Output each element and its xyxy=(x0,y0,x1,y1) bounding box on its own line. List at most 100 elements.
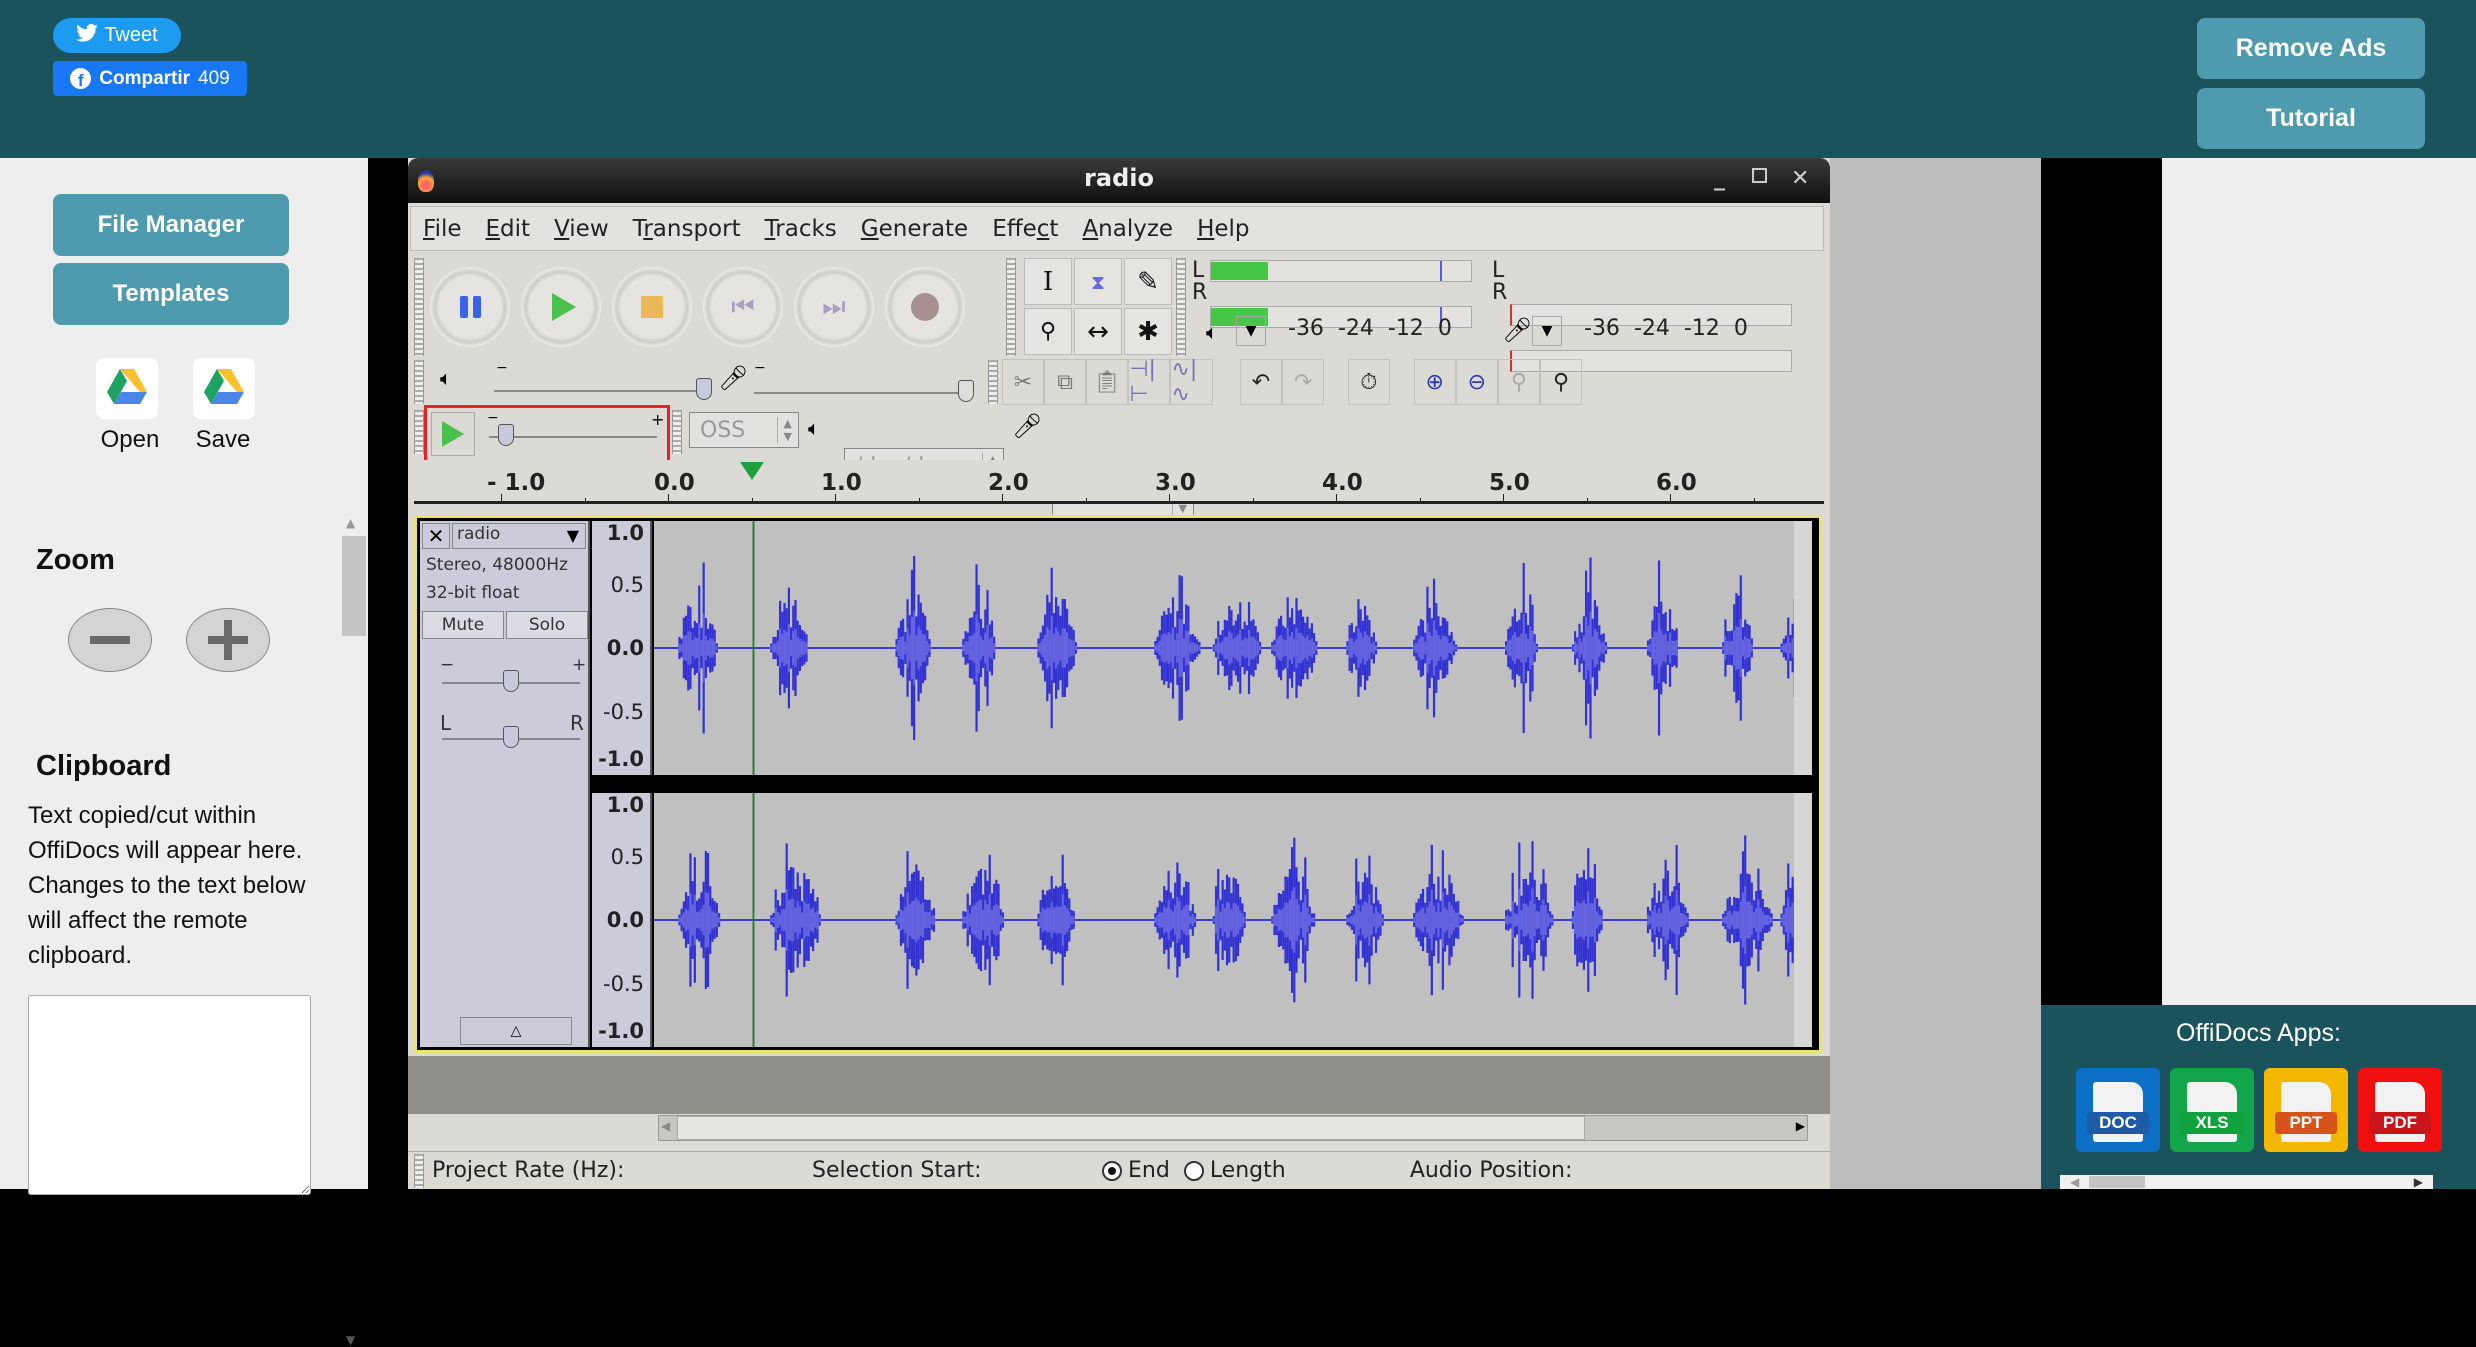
scroll-down-icon[interactable]: ▼ xyxy=(346,1333,355,1347)
skip-to-start-button[interactable]: ⏮ xyxy=(703,267,783,347)
menu-view[interactable]: View xyxy=(554,216,609,242)
playback-position-marker[interactable] xyxy=(739,462,764,480)
waveform-channel-1[interactable] xyxy=(654,521,1812,775)
end-radio[interactable] xyxy=(1102,1160,1122,1181)
slider-thumb[interactable] xyxy=(503,726,519,748)
slider-thumb[interactable] xyxy=(958,380,974,402)
draw-tool[interactable]: ✎ xyxy=(1124,258,1172,305)
horizontal-scroll-thumb[interactable] xyxy=(677,1116,1585,1140)
silence-button[interactable]: ∿|∿ xyxy=(1170,357,1213,407)
fit-project-button[interactable]: ⚲ xyxy=(1539,359,1583,405)
record-meter-dropdown[interactable]: ▼ xyxy=(1532,316,1562,346)
gain-slider[interactable] xyxy=(442,670,580,692)
close-icon[interactable]: ✕ xyxy=(1791,166,1809,191)
audio-host-select[interactable]: OSS ▲ ▼ xyxy=(689,412,799,448)
app-xls-button[interactable]: XLS xyxy=(2170,1068,2254,1152)
sidebar-scrollbar[interactable]: ▲ ▼ xyxy=(340,516,366,1347)
slider-thumb[interactable] xyxy=(503,670,519,692)
zoom-tool[interactable]: ⚲ xyxy=(1024,308,1072,355)
close-track-button[interactable]: ✕ xyxy=(422,523,450,549)
track-name-menu[interactable]: radio ▼ xyxy=(452,523,586,549)
scroll-right-icon[interactable]: ▶ xyxy=(2414,1175,2423,1189)
cut-button[interactable]: ✂ xyxy=(1002,359,1045,405)
playback-volume-slider[interactable] xyxy=(494,378,712,400)
scroll-left-icon[interactable]: ◀ xyxy=(2070,1175,2079,1189)
horizontal-scrollbar[interactable]: ◀ ▶ xyxy=(658,1115,1808,1141)
playback-meter-dropdown[interactable]: ▼ xyxy=(1236,316,1266,346)
menu-generate[interactable]: Generate xyxy=(861,216,968,242)
toolbar-grip[interactable] xyxy=(672,410,682,454)
toolbar-grip[interactable] xyxy=(1006,258,1016,356)
copy-button[interactable]: ⧉ xyxy=(1044,359,1087,405)
menu-analyze[interactable]: Analyze xyxy=(1082,216,1173,242)
file-manager-button[interactable]: File Manager xyxy=(53,194,289,256)
undo-button[interactable]: ↶ xyxy=(1239,359,1282,405)
selection-tool[interactable]: I xyxy=(1024,258,1072,305)
trim-button[interactable]: ⊣|⊢ xyxy=(1128,357,1171,407)
menu-edit[interactable]: Edit xyxy=(486,216,531,242)
scroll-right-icon[interactable]: ▶ xyxy=(1796,1119,1805,1133)
length-radio[interactable] xyxy=(1183,1160,1204,1181)
fit-selection-button[interactable]: ⚲ xyxy=(1497,359,1540,405)
playback-meter-left[interactable] xyxy=(1210,260,1472,282)
apps-scroll-thumb[interactable] xyxy=(2089,1176,2145,1188)
apps-scrollbar[interactable]: ◀ ▶ xyxy=(2060,1175,2433,1189)
mute-button[interactable]: Mute xyxy=(422,611,504,639)
clipboard-textarea[interactable] xyxy=(28,995,311,1195)
menu-help[interactable]: Help xyxy=(1197,216,1249,242)
app-doc-button[interactable]: DOC xyxy=(2076,1068,2160,1152)
zoom-in-button[interactable] xyxy=(186,608,270,672)
app-ppt-button[interactable]: PPT xyxy=(2264,1068,2348,1152)
timeline-ruler[interactable]: - 1.0 0.0 1.0 2.0 3.0 4.0 5.0 6.0 xyxy=(414,460,1824,504)
toolbar-grip[interactable] xyxy=(414,410,424,454)
menu-file[interactable]: File xyxy=(423,216,462,242)
scroll-up-icon[interactable]: ▲ xyxy=(346,516,355,530)
scroll-left-icon[interactable]: ◀ xyxy=(661,1119,670,1133)
stop-button[interactable] xyxy=(612,267,692,347)
pan-slider[interactable] xyxy=(442,726,580,748)
solo-button[interactable]: Solo xyxy=(506,611,588,639)
sidebar-scroll-thumb[interactable] xyxy=(342,536,366,636)
gdrive-open-button[interactable] xyxy=(96,358,158,419)
timeshift-tool[interactable]: ↔ xyxy=(1074,308,1122,355)
multi-tool[interactable]: ✱ xyxy=(1124,308,1172,355)
app-pdf-button[interactable]: PDF xyxy=(2358,1068,2442,1152)
record-volume-slider[interactable] xyxy=(754,380,974,402)
track-format: Stereo, 48000Hz xyxy=(426,555,568,575)
menu-effect[interactable]: Effect xyxy=(992,216,1058,242)
tutorial-button[interactable]: Tutorial xyxy=(2197,88,2425,149)
zoom-out-button[interactable] xyxy=(68,608,152,672)
zoom-in-tool-button[interactable]: ⊕ xyxy=(1413,359,1456,405)
sync-lock-button[interactable]: ⏱ xyxy=(1347,359,1390,405)
slider-thumb[interactable] xyxy=(497,424,514,446)
toolbar-grip[interactable] xyxy=(414,360,424,404)
minimize-icon[interactable]: _ xyxy=(1714,166,1725,191)
maximize-icon[interactable] xyxy=(1752,168,1767,183)
envelope-tool[interactable]: ⧗ xyxy=(1074,258,1122,305)
zoom-out-tool-button[interactable]: ⊖ xyxy=(1455,359,1498,405)
menu-transport[interactable]: Transport xyxy=(633,216,741,242)
toolbar-grip[interactable] xyxy=(414,258,424,356)
skip-to-end-button[interactable]: ⏭ xyxy=(794,267,874,347)
gdrive-save-button[interactable] xyxy=(193,358,255,419)
remove-ads-button[interactable]: Remove Ads xyxy=(2197,18,2425,79)
facebook-share-button[interactable]: f Compartir 409 xyxy=(53,61,247,96)
pause-button[interactable] xyxy=(430,267,510,347)
menu-tracks[interactable]: Tracks xyxy=(765,216,837,242)
window-titlebar[interactable]: radio _ ✕ xyxy=(408,158,1830,203)
toolbar-grip[interactable] xyxy=(414,1153,424,1188)
redo-button[interactable]: ↷ xyxy=(1282,359,1325,405)
slider-thumb[interactable] xyxy=(696,378,712,400)
templates-button[interactable]: Templates xyxy=(53,263,289,325)
ruler-tick xyxy=(668,494,669,503)
play-button[interactable] xyxy=(521,267,601,347)
record-button[interactable] xyxy=(885,267,965,347)
tweet-button[interactable]: Tweet xyxy=(53,18,181,53)
collapse-track-button[interactable]: △ xyxy=(460,1017,572,1045)
playback-speed-slider[interactable] xyxy=(489,424,657,446)
toolbar-grip[interactable] xyxy=(988,360,998,404)
waveform-channel-2[interactable] xyxy=(654,793,1812,1047)
toolbar-grip[interactable] xyxy=(1176,258,1186,356)
play-at-speed-button[interactable] xyxy=(431,412,475,456)
paste-button[interactable]: 📋︎ xyxy=(1086,359,1129,405)
